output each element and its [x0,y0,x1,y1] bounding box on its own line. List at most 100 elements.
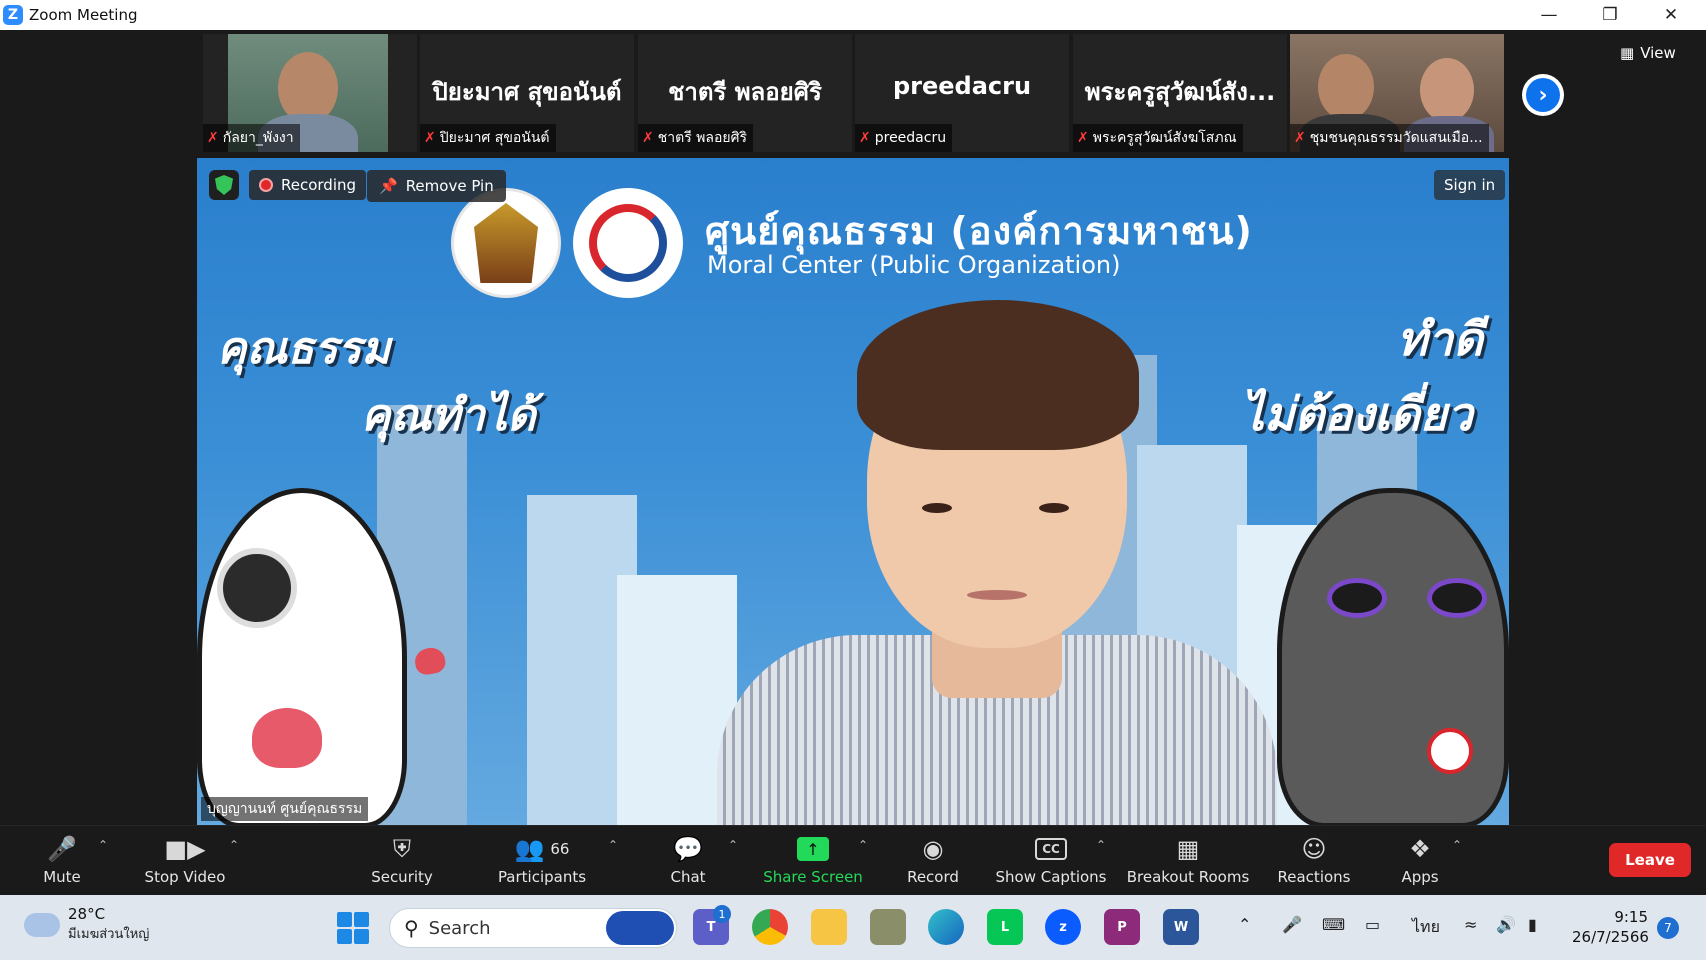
muted-mic-icon: ✗ [1077,130,1089,146]
input-language[interactable]: ไทย [1412,915,1440,940]
mute-button[interactable]: 🎤 Mute [38,832,86,892]
search-placeholder: Search [428,917,491,939]
apps-button[interactable]: ❖ Apps [1398,832,1442,892]
zoom-icon[interactable]: z [1045,909,1081,945]
record-button[interactable]: ◉ Record [906,832,960,892]
windows-taskbar: 28°C มีเมฆส่วนใหญ่ ⚲ Search T 1 L z P W … [0,895,1706,960]
meeting-toolbar: 🎤 Mute ⌃ ■▶ Stop Video ⌃ ⛨ Security 👥 66 … [0,825,1706,895]
minimize-button[interactable]: — [1526,0,1572,30]
grid-view-icon: ▦ [1620,44,1635,62]
participant-tile[interactable]: พระครูสุวัฒน์สัง... ✗ พระครูสุวัฒน์สังฆโ… [1073,34,1287,152]
microphone-icon: 🎤 [47,835,77,863]
windows-start-button[interactable] [337,912,369,944]
video-camera-icon: ■▶ [164,835,206,863]
participants-options-caret[interactable]: ⌃ [608,838,618,852]
chrome-icon[interactable] [752,909,788,945]
shield-check-icon[interactable] [209,170,239,200]
zoom-logo-icon: Z [3,5,23,25]
clock-time: 9:15 [1614,908,1648,926]
word-icon[interactable]: W [1163,909,1199,945]
clock-date: 26/7/2566 [1572,928,1649,946]
participant-tile[interactable]: ✗ กัลยา_พังงา [203,34,417,152]
next-page-button[interactable]: › [1522,74,1564,116]
video-options-caret[interactable]: ⌃ [229,838,239,852]
participant-tile[interactable]: preedacru ✗ preedacru [855,34,1069,152]
pin-icon: 📌 [379,177,398,195]
remove-pin-button[interactable]: 📌 Remove Pin [367,170,506,202]
weather-description: มีเมฆส่วนใหญ่ [68,927,150,942]
moral-center-logo [573,188,683,298]
smiley-plus-icon: ☺ [1301,835,1327,863]
share-screen-icon: ↑ [797,832,829,866]
shield-icon: ⛨ [393,835,411,863]
apps-icon: ❖ [1409,835,1431,863]
file-explorer-icon[interactable] [811,909,847,945]
muted-mic-icon: ✗ [642,130,654,146]
breakout-rooms-icon: ▦ [1176,835,1200,863]
mascot-star-eye-icon [217,548,297,628]
restore-button[interactable]: ❐ [1587,0,1633,30]
heart-icon [252,708,322,768]
participant-display-name: ชาตรี พลอยศิริ [668,78,822,106]
stop-video-button[interactable]: ■▶ Stop Video [140,832,230,892]
speaker-volume-icon[interactable]: 🔊 [1496,915,1516,934]
title-bar: Z Zoom Meeting — ❐ ✕ [0,0,1706,30]
partly-cloudy-icon [24,904,60,937]
chat-bubble-icon: 💬 [673,835,703,863]
recording-indicator[interactable]: Recording [249,170,367,200]
edge-icon[interactable] [928,909,964,945]
active-speaker-video[interactable]: ศูนย์คุณธรรม (องค์การมหาชน) Moral Center… [197,158,1509,825]
gray-mascot-illustration [1277,428,1509,825]
participants-button[interactable]: 👥 66 Participants [495,832,589,892]
captions-options-caret[interactable]: ⌃ [1096,838,1106,852]
wifi-icon[interactable]: ≈ [1464,915,1477,934]
chat-options-caret[interactable]: ⌃ [728,838,738,852]
speaker-person [717,258,1277,825]
keyboard-icon[interactable]: ⌨ [1322,915,1345,934]
apps-options-caret[interactable]: ⌃ [1452,838,1462,852]
pdf-icon[interactable]: P [1104,909,1140,945]
participant-name-tag: ✗ ปิยะมาศ สุขอนันต์ [420,124,556,152]
participant-display-name: ปิยะมาศ สุขอนันต์ [432,78,622,106]
breakout-rooms-button[interactable]: ▦ Breakout Rooms [1127,832,1250,892]
chat-button[interactable]: 💬 Chat [668,832,708,892]
show-hidden-icons-chevron-icon[interactable]: ⌃ [1238,915,1251,934]
sign-in-button[interactable]: Sign in [1434,170,1506,200]
slogan-right-line1: ทำดี [1397,312,1484,366]
view-button[interactable]: ▦ View [1620,44,1676,62]
close-button[interactable]: ✕ [1648,0,1694,30]
captions-cc-icon: CC [1035,832,1067,866]
participant-tile[interactable]: ปิยะมาศ สุขอนันต์ ✗ ปิยะมาศ สุขอนันต์ [420,34,634,152]
share-screen-button[interactable]: ↑ Share Screen [763,832,863,892]
notification-count-badge[interactable]: 7 [1657,917,1679,939]
reactions-button[interactable]: ☺ Reactions [1278,832,1351,892]
participant-display-name: preedacru [892,72,1032,100]
show-captions-button[interactable]: CC Show Captions [996,832,1107,892]
leave-button[interactable]: Leave [1609,843,1691,877]
participant-name-tag: ✗ preedacru [855,124,953,152]
system-clock[interactable]: 9:15 26/7/2566 [1572,907,1649,947]
share-options-caret[interactable]: ⌃ [858,838,868,852]
government-crest-logo [451,188,561,298]
security-button[interactable]: ⛨ Security [370,832,434,892]
participant-name-tag: ✗ ชุมชนคุณธรรมวัดแสนเมือ... [1290,124,1489,152]
taskbar-search-box[interactable]: ⚲ Search [389,908,677,948]
meeting-stage: ✗ กัลยา_พังงา ปิยะมาศ สุขอนันต์ ✗ ปิยะมา… [0,30,1706,825]
slogan-left-line2: คุณทำได้ [361,390,536,441]
muted-mic-icon: ✗ [207,130,219,146]
weather-temperature: 28°C [68,905,106,923]
chevron-right-icon: › [1526,78,1560,112]
display-icon[interactable]: ▭ [1365,915,1380,934]
microphone-icon[interactable]: 🎤 [1282,915,1302,934]
audio-options-caret[interactable]: ⌃ [98,838,108,852]
participant-tile[interactable]: ชาตรี พลอยศิริ ✗ ชาตรี พลอยศิริ [638,34,852,152]
speaker-name-tag: บุญญานนท์ ศูนย์คุณธรรม [201,797,369,821]
line-icon[interactable]: L [987,909,1023,945]
weather-widget[interactable]: 28°C มีเมฆส่วนใหญ่ [24,904,150,944]
participant-tile[interactable]: ✗ ชุมชนคุณธรรมวัดแสนเมือ... [1290,34,1504,152]
white-mascot-illustration [197,408,417,825]
muted-mic-icon: ✗ [1294,130,1306,146]
app-icon[interactable] [870,909,906,945]
battery-icon[interactable]: ▮ [1528,915,1537,934]
search-icon: ⚲ [404,916,419,940]
